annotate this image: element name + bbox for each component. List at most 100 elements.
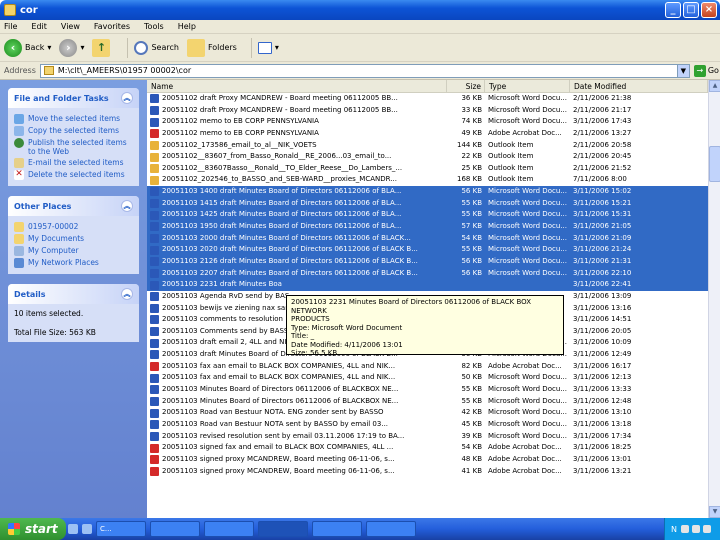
- title-bar[interactable]: cor _ □ ×: [0, 0, 720, 20]
- collapse-icon[interactable]: ︽: [121, 200, 133, 212]
- file-row[interactable]: 20051103 revised resolution sent by emai…: [147, 431, 708, 443]
- column-header-size[interactable]: Size: [447, 80, 485, 92]
- scroll-up-icon[interactable]: ▲: [709, 80, 720, 92]
- up-button[interactable]: ↑: [92, 38, 113, 57]
- column-header-date[interactable]: Date Modified: [570, 80, 708, 92]
- file-type: Outlook Item: [488, 140, 534, 149]
- task-move[interactable]: Move the selected items: [14, 114, 133, 124]
- file-row[interactable]: 20051103 2231 draft Minutes Boa 3/11/2006…: [147, 279, 708, 291]
- column-header-name[interactable]: Name: [147, 80, 447, 92]
- file-row[interactable]: 20051102__83607_from_Basso_Ronald__RE_20…: [147, 151, 708, 163]
- minimize-button[interactable]: _: [665, 2, 681, 18]
- task-label: Delete the selected items: [28, 170, 125, 179]
- address-value: M:\clt\_AMEERS\01957 00002\cor: [57, 66, 192, 75]
- menu-edit[interactable]: Edit: [31, 22, 47, 31]
- menu-favorites[interactable]: Favorites: [94, 22, 130, 31]
- taskbar-item[interactable]: [366, 521, 416, 537]
- collapse-icon[interactable]: ︽: [121, 92, 133, 104]
- word-document-icon: [150, 210, 159, 220]
- address-input[interactable]: M:\clt\_AMEERS\01957 00002\cor ▼: [39, 63, 690, 78]
- taskbar-item[interactable]: [312, 521, 362, 537]
- file-date: 3/11/2006 17:43: [573, 117, 632, 126]
- file-row[interactable]: 20051103 Road van Bestuur NOTA. ENG zond…: [147, 407, 708, 419]
- tray-icon[interactable]: [703, 525, 711, 533]
- maximize-button[interactable]: □: [683, 2, 699, 18]
- file-row[interactable]: 20051103 1425 draft Minutes Board of Dir…: [147, 209, 708, 222]
- file-folder-tasks-header[interactable]: File and Folder Tasks ︽: [8, 88, 139, 108]
- language-indicator[interactable]: N: [671, 525, 677, 534]
- total-size: Total File Size: 563 KB: [14, 328, 96, 337]
- menu-help[interactable]: Help: [178, 22, 196, 31]
- quicklaunch-icon[interactable]: [82, 524, 92, 534]
- scroll-down-icon[interactable]: ▼: [709, 506, 720, 518]
- other-places-header[interactable]: Other Places ︽: [8, 196, 139, 216]
- delete-icon: ✕: [14, 169, 24, 180]
- forward-dropdown-icon[interactable]: ▾: [80, 43, 84, 52]
- outlook-item-icon: [150, 164, 159, 174]
- file-name-cell: 20051103 1415 draft Minutes Board of Dir…: [147, 198, 447, 210]
- task-publish[interactable]: Publish the selected items to the Web: [14, 138, 133, 156]
- task-delete[interactable]: ✕ Delete the selected items: [14, 170, 133, 180]
- file-row[interactable]: 20051103 Road van Bestuur NOTA sent by B…: [147, 419, 708, 431]
- file-row[interactable]: 20051102 draft Proxy MCANDREW - Board me…: [147, 105, 708, 117]
- file-row[interactable]: 20051102 draft Proxy MCANDREW - Board me…: [147, 93, 708, 105]
- file-row[interactable]: 20051102 memo to EB CORP PENNSYLVANIA 74 …: [147, 116, 708, 128]
- back-dropdown-icon[interactable]: ▾: [47, 43, 51, 52]
- go-button[interactable]: → Go: [693, 64, 719, 77]
- menu-file[interactable]: File: [4, 22, 17, 31]
- forward-button[interactable]: › ▾: [59, 38, 84, 57]
- file-row[interactable]: 20051103 Minutes Board of Directors 0611…: [147, 384, 708, 396]
- menu-view[interactable]: View: [61, 22, 80, 31]
- details-header[interactable]: Details ︽: [8, 284, 139, 304]
- back-button[interactable]: ‹ Back ▾: [4, 38, 51, 57]
- file-row[interactable]: 20051103 2000 draft Minutes Board of Dir…: [147, 232, 708, 245]
- place-my-documents[interactable]: My Documents: [14, 234, 133, 244]
- back-label: Back: [25, 43, 45, 52]
- task-email[interactable]: E-mail the selected items: [14, 158, 133, 168]
- file-row[interactable]: 20051102_173586_email_to_al__NIK_VOETS 14…: [147, 140, 708, 152]
- file-type: Outlook Item: [488, 152, 534, 161]
- file-row[interactable]: 20051103 2207 draft Minutes Board of Dir…: [147, 267, 708, 280]
- file-name: 20051102_202546_to_BASSO_and_SEB-WARD__p…: [162, 175, 397, 184]
- views-button[interactable]: ▾: [257, 41, 279, 54]
- file-row[interactable]: 20051103 fax aan email to BLACK BOX COMP…: [147, 361, 708, 373]
- file-row[interactable]: 20051102 memo to EB CORP PENNSYLVANIA 49 …: [147, 128, 708, 140]
- taskbar-item-active[interactable]: [258, 521, 308, 537]
- taskbar-item[interactable]: [150, 521, 200, 537]
- place-my-computer[interactable]: My Computer: [14, 246, 133, 256]
- place-network[interactable]: My Network Places: [14, 258, 133, 268]
- move-icon: [14, 114, 24, 124]
- column-header-type[interactable]: Type: [485, 80, 570, 92]
- word-document-icon: [150, 292, 159, 302]
- file-row[interactable]: 20051103 signed proxy MCANDREW, Board me…: [147, 466, 708, 478]
- file-name: 20051103 1950 draft Minutes Board of Dir…: [162, 222, 402, 231]
- file-size: 55 KB: [461, 198, 482, 207]
- file-row[interactable]: 20051102__83607Basso__Ronald__TO_Elder_R…: [147, 163, 708, 175]
- tray-icon[interactable]: [692, 525, 700, 533]
- taskbar-item[interactable]: C...: [96, 521, 146, 537]
- start-button[interactable]: start: [0, 518, 66, 540]
- taskbar-item[interactable]: [204, 521, 254, 537]
- place-parent-folder[interactable]: 01957-00002: [14, 222, 133, 232]
- file-row[interactable]: 20051103 signed fax and email to BLACK B…: [147, 442, 708, 454]
- collapse-icon[interactable]: ︽: [121, 288, 133, 300]
- file-row[interactable]: 20051103 1415 draft Minutes Board of Dir…: [147, 197, 708, 210]
- file-row[interactable]: 20051103 Minutes Board of Directors 0611…: [147, 396, 708, 408]
- search-button[interactable]: Search: [134, 40, 179, 55]
- vertical-scrollbar[interactable]: ▲ ▼: [708, 80, 720, 518]
- quicklaunch-icon[interactable]: [68, 524, 78, 534]
- scroll-thumb[interactable]: [709, 146, 720, 182]
- address-dropdown-icon[interactable]: ▼: [676, 64, 689, 77]
- tray-icon[interactable]: [681, 525, 689, 533]
- file-row[interactable]: 20051103 2126 draft Minutes Board of Dir…: [147, 255, 708, 268]
- file-row[interactable]: 20051103 fax and email to BLACK BOX COMP…: [147, 372, 708, 384]
- file-row[interactable]: 20051102_202546_to_BASSO_and_SEB-WARD__p…: [147, 174, 708, 186]
- close-button[interactable]: ×: [701, 2, 717, 18]
- task-copy[interactable]: Copy the selected items: [14, 126, 133, 136]
- file-row[interactable]: 20051103 signed proxy MCANDREW, Board me…: [147, 454, 708, 466]
- file-row[interactable]: 20051103 1950 draft Minutes Board of Dir…: [147, 221, 708, 233]
- file-row[interactable]: 20051103 2020 draft Minutes Board of Dir…: [147, 244, 708, 256]
- folders-button[interactable]: Folders: [186, 38, 237, 57]
- file-row[interactable]: 20051103 1400 draft Minutes Board of Dir…: [147, 186, 708, 198]
- menu-tools[interactable]: Tools: [144, 22, 164, 31]
